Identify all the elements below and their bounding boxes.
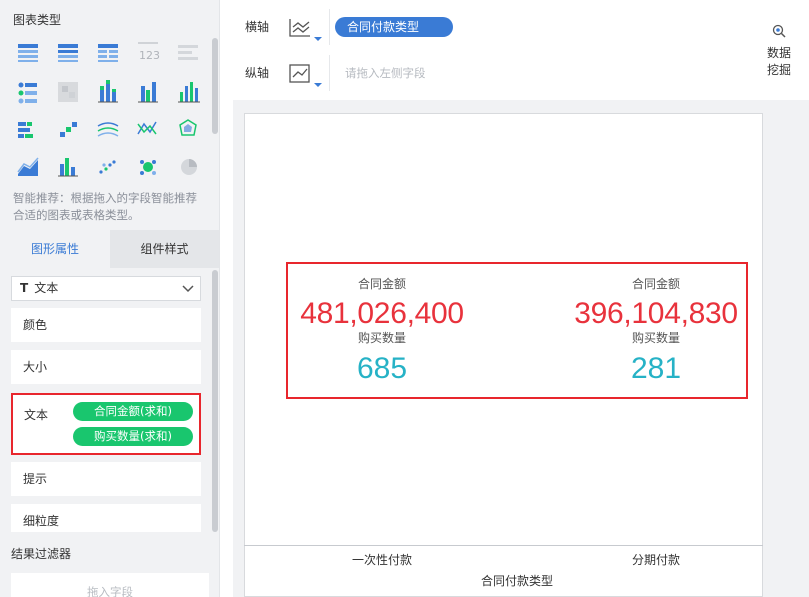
x-axis-row: 横轴 合同付款类型 — [233, 9, 747, 45]
divider — [329, 9, 330, 45]
data-mining-label-line: 数据 — [766, 46, 791, 60]
data-mining-label-line: 挖掘 — [766, 63, 791, 77]
properties-panel: T 文本 颜色 大小 文本 合同金额(求和) 购买数量(求和) 提示 细粒度 — [0, 268, 219, 532]
magnifier-icon — [772, 24, 786, 38]
stacked-column-icon[interactable] — [98, 80, 118, 103]
text-property[interactable]: 文本 合同金额(求和) 购买数量(求和) — [11, 393, 201, 455]
heatmap-icon[interactable] — [58, 82, 78, 102]
x-axis-line — [244, 545, 763, 546]
radar-line-icon[interactable] — [137, 121, 157, 135]
column-chart-icon[interactable] — [178, 82, 200, 103]
combo-chart-icon[interactable] — [58, 158, 78, 177]
detail-table-icon[interactable] — [98, 44, 118, 62]
text-property-label: 文本 — [24, 408, 49, 422]
cross-table-icon[interactable] — [58, 44, 78, 62]
chevron-down-icon — [182, 277, 194, 308]
y-axis-drop-placeholder[interactable]: 请拖入左侧字段 — [345, 55, 426, 91]
field-pill-contract-amount[interactable]: 合同金额(求和) — [73, 402, 193, 421]
bubble-chart-icon[interactable] — [140, 160, 156, 175]
highlight-box — [286, 262, 748, 399]
mark-type-value: 文本 — [34, 281, 59, 295]
x-tick-label: 分期付款 — [631, 553, 680, 567]
chart-type-grid: 123 — [17, 42, 200, 177]
bar-chart-icon[interactable] — [18, 122, 33, 138]
recommend-tip: 智能推荐：根据拖入的字段智能推荐合适的图表或表格类型。 — [13, 191, 197, 222]
axis-type-icon[interactable] — [288, 17, 324, 41]
tooltip-property[interactable]: 提示 — [11, 462, 201, 496]
y-axis-row: 纵轴 请拖入左侧字段 — [233, 55, 747, 91]
property-tabs: 图形属性 组件样式 — [0, 230, 219, 268]
area-chart-icon[interactable] — [17, 157, 39, 176]
x-tick-label: 一次性付款 — [351, 553, 412, 567]
color-property[interactable]: 颜色 — [11, 308, 201, 342]
scatter-chart-icon[interactable] — [99, 160, 116, 174]
line-chart-icon[interactable] — [97, 122, 119, 137]
pie-chart-icon[interactable] — [181, 159, 197, 175]
x-axis-label: 横轴 — [245, 20, 270, 34]
x-axis-field-pill[interactable]: 合同付款类型 — [335, 17, 453, 37]
size-property[interactable]: 大小 — [11, 350, 201, 384]
axis-type-icon[interactable] — [288, 63, 324, 87]
field-pill-purchase-quantity[interactable]: 购买数量(求和) — [73, 427, 193, 446]
mark-type-select[interactable]: T 文本 — [11, 276, 201, 301]
kpi-number-icon[interactable]: 123 — [138, 42, 160, 62]
tab-graph-properties[interactable]: 图形属性 — [0, 230, 110, 268]
granularity-property[interactable]: 细粒度 — [11, 504, 201, 532]
left-panel: 图表类型 123 智能推荐：根据拖入的字段智能推荐合适的图表或表格类型。 图形属… — [0, 0, 220, 597]
result-filter-title: 结果过滤器 — [11, 547, 72, 561]
chart-types-scrollbar[interactable] — [212, 38, 218, 134]
data-mining-label: 数据 挖掘 — [757, 45, 801, 79]
data-mining-button[interactable]: 数据 挖掘 — [757, 9, 801, 91]
radar-chart-icon[interactable] — [179, 119, 197, 136]
chart-types-title: 图表类型 — [13, 13, 62, 27]
tab-component-style[interactable]: 组件样式 — [110, 230, 219, 268]
filter-drop-zone[interactable]: 拖入字段 — [11, 573, 209, 597]
grouped-column-icon[interactable] — [138, 82, 158, 103]
text-type-icon: T — [20, 281, 29, 295]
y-axis-label: 纵轴 — [245, 66, 270, 80]
dot-list-icon[interactable] — [18, 82, 38, 104]
table-chart-icon[interactable] — [18, 44, 38, 62]
waterfall-icon[interactable] — [60, 122, 77, 137]
svg-text:123: 123 — [139, 49, 160, 62]
text-list-icon[interactable] — [178, 45, 198, 60]
x-axis-title: 合同付款类型 — [480, 574, 553, 588]
axis-config: 横轴 合同付款类型 纵轴 请拖入左侧字段 — [233, 9, 747, 91]
divider — [329, 55, 330, 91]
properties-scrollbar[interactable] — [212, 270, 218, 532]
